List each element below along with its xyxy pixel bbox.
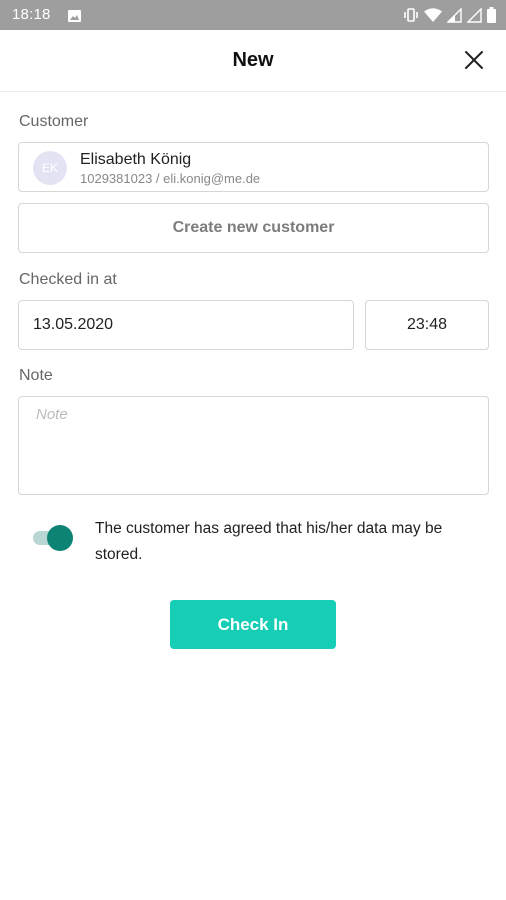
time-field[interactable]: 23:48 [365, 300, 489, 350]
status-time: 18:18 [12, 6, 51, 23]
checked-in-label: Checked in at [19, 271, 117, 288]
customer-details: 1029381023 / eli.konig@me.de [80, 171, 261, 186]
consent-toggle[interactable] [33, 525, 73, 551]
create-new-customer-button[interactable]: Create new customer [18, 203, 489, 253]
note-field[interactable] [18, 396, 489, 495]
app-header: New [0, 30, 506, 92]
page-title: New [232, 49, 274, 71]
battery-icon [487, 7, 496, 23]
avatar: EK [33, 151, 67, 185]
consent-text: The customer has agreed that his/her dat… [95, 520, 443, 563]
note-label: Note [19, 367, 53, 384]
status-icons [403, 6, 496, 24]
customer-label: Customer [19, 113, 89, 130]
signal-empty-icon [467, 7, 482, 23]
wifi-icon [424, 7, 442, 23]
customer-name: Elisabeth König [80, 151, 192, 168]
image-icon [68, 9, 81, 22]
signal-icon [447, 7, 462, 23]
vibrate-icon [403, 7, 419, 23]
customer-selector[interactable]: EK Elisabeth König 1029381023 / eli.koni… [18, 142, 489, 192]
date-field[interactable]: 13.05.2020 [18, 300, 354, 350]
close-icon [465, 51, 483, 69]
toggle-knob [47, 525, 73, 551]
status-bar: 18:18 [0, 0, 506, 30]
close-button[interactable] [462, 48, 486, 72]
check-in-button[interactable]: Check In [170, 600, 336, 649]
